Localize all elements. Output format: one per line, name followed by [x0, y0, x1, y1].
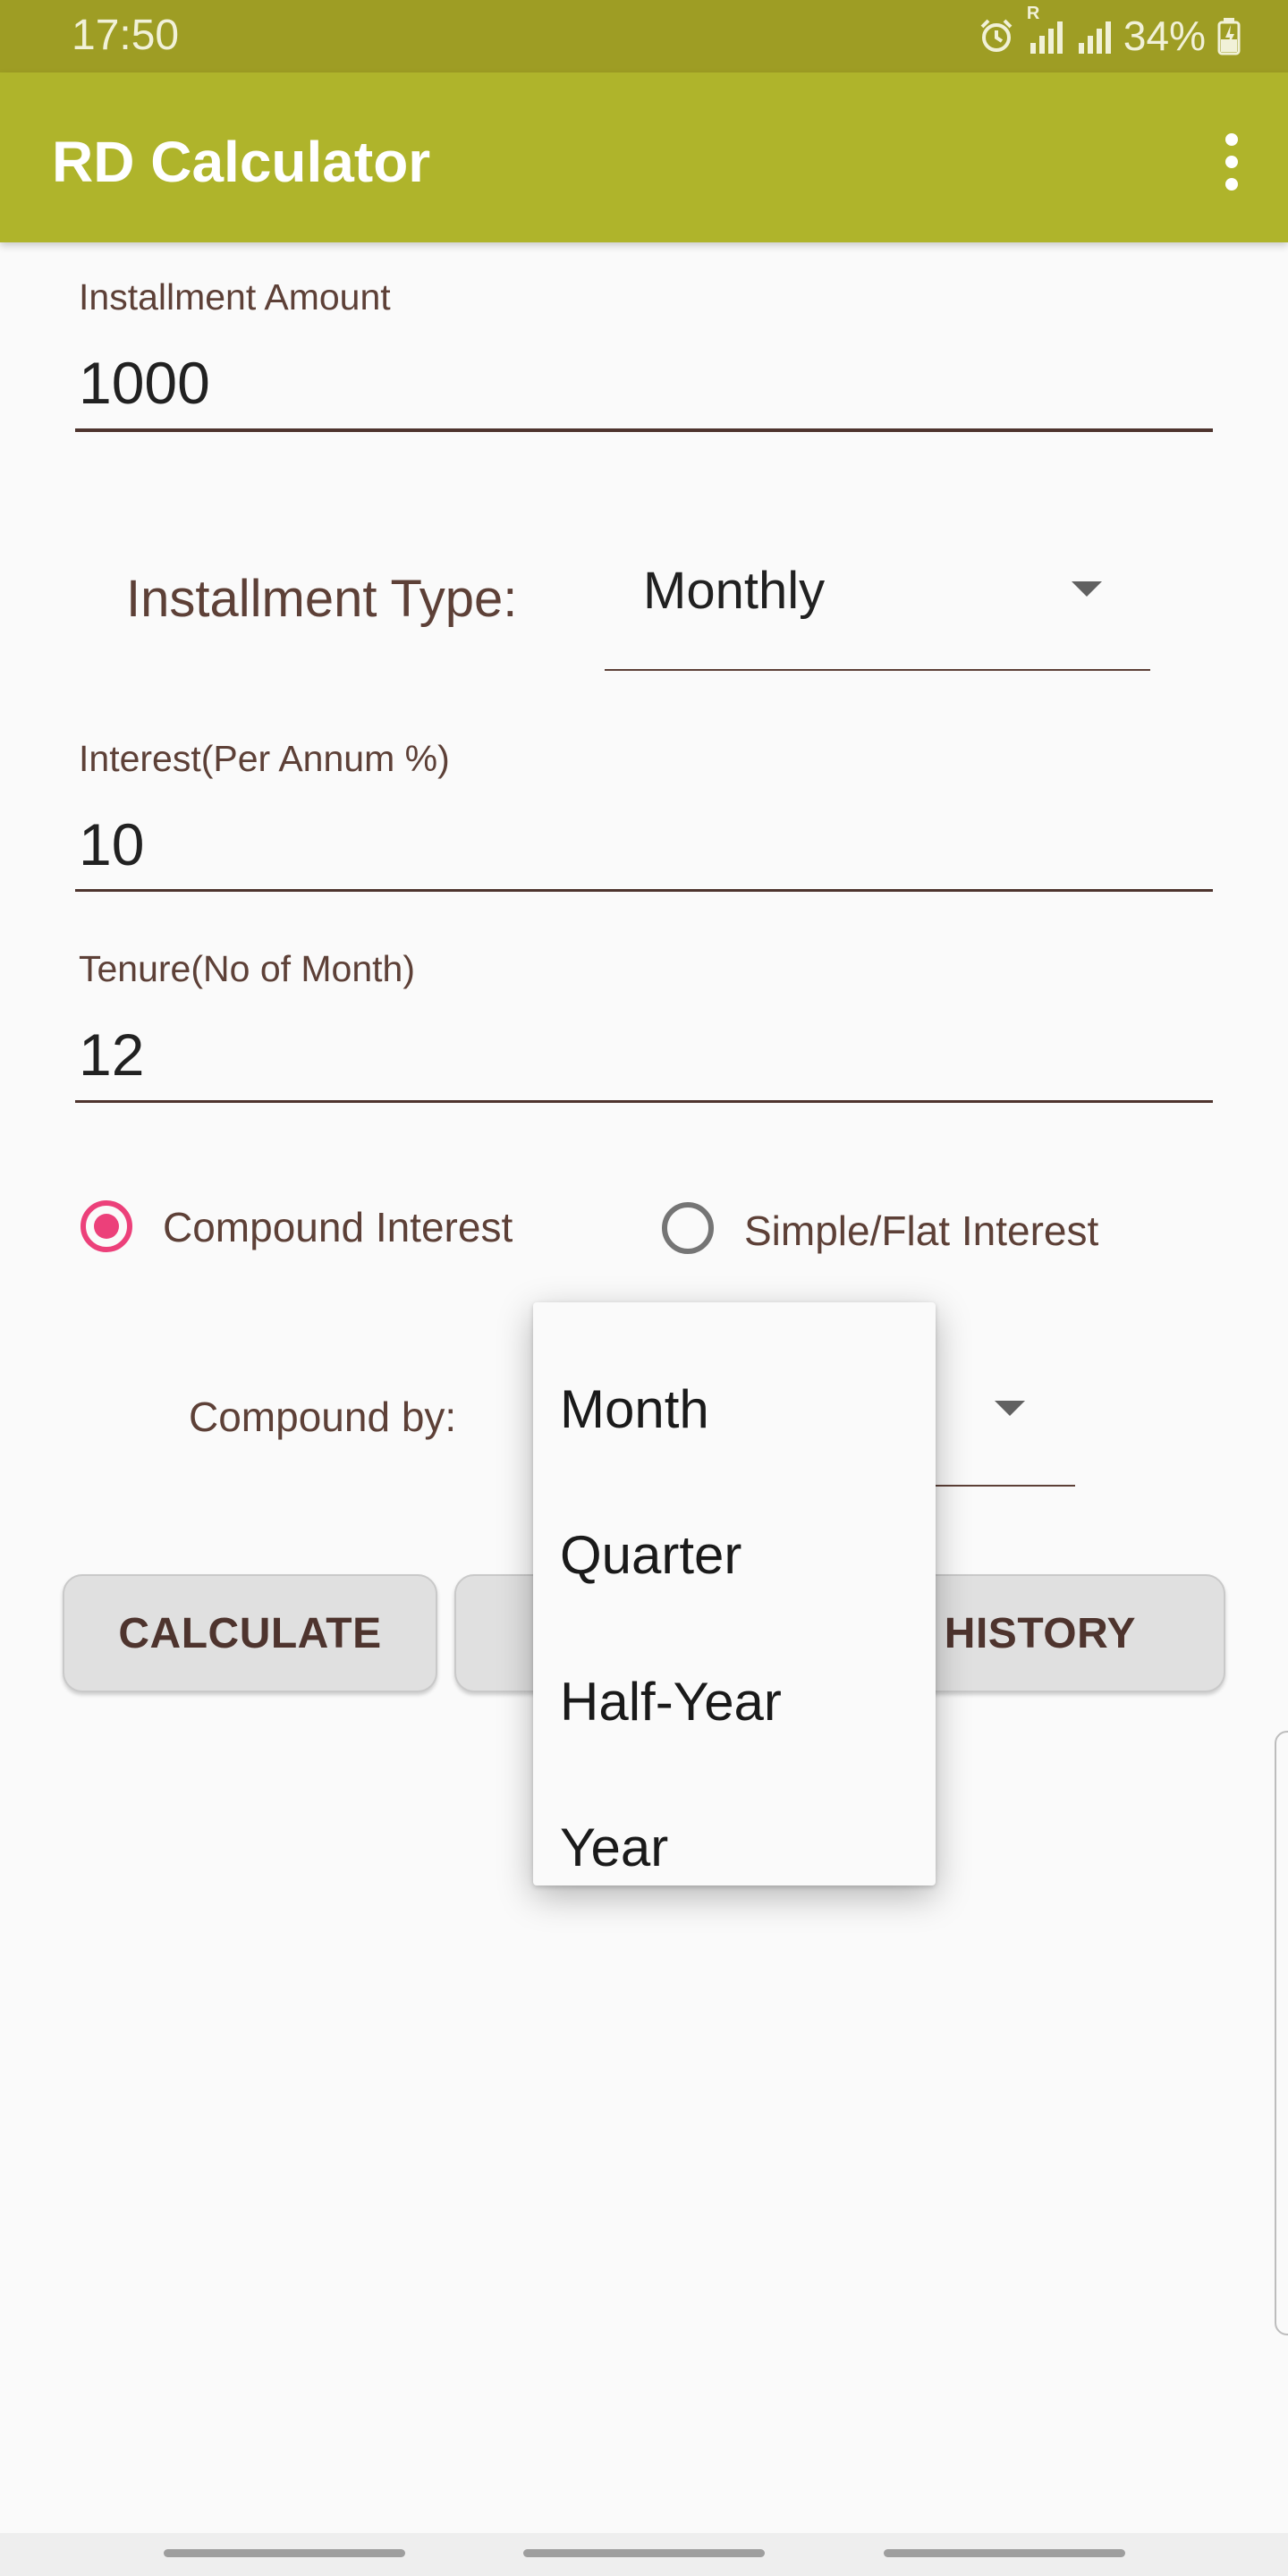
installment-amount-underline: [75, 428, 1213, 432]
simple-interest-label: Simple/Flat Interest: [744, 1208, 1099, 1254]
signal-icon: [1075, 16, 1113, 55]
more-vert-icon[interactable]: [1200, 117, 1263, 207]
radio-unchecked-icon: [662, 1202, 714, 1254]
installment-amount-label: Installment Amount: [79, 276, 391, 318]
battery-charging-icon: [1216, 16, 1241, 55]
interest-label: Interest(Per Annum %): [79, 738, 450, 779]
dropdown-caret-icon: [1072, 581, 1102, 597]
radio-checked-icon: [80, 1200, 132, 1252]
installment-amount-input[interactable]: 1000: [79, 347, 210, 419]
compound-interest-label: Compound Interest: [163, 1204, 513, 1250]
dropdown-caret-icon: [995, 1401, 1025, 1416]
tenure-label: Tenure(No of Month): [79, 948, 416, 989]
battery-text: 34%: [1123, 13, 1206, 59]
app-title: RD Calculator: [52, 130, 431, 194]
nav-home-button[interactable]: [523, 2549, 765, 2557]
status-time: 17:50: [72, 12, 180, 59]
compound-by-dropdown-menu: Month Quarter Half-Year Year: [533, 1302, 936, 1885]
nav-recents-button[interactable]: [164, 2549, 405, 2557]
status-bar: 17:50 R 34%: [0, 0, 1288, 72]
tenure-input[interactable]: 12: [79, 1019, 144, 1090]
installment-type-spinner[interactable]: Monthly: [605, 542, 1150, 673]
dropdown-option-month[interactable]: Month: [560, 1374, 709, 1445]
nav-back-button[interactable]: [884, 2549, 1125, 2557]
dropdown-option-half-year[interactable]: Half-Year: [560, 1666, 782, 1738]
dropdown-option-year[interactable]: Year: [560, 1812, 668, 1884]
simple-interest-option[interactable]: Simple/Flat Interest: [662, 1200, 1163, 1258]
installment-type-value: Monthly: [643, 562, 826, 620]
dropdown-option-quarter[interactable]: Quarter: [560, 1520, 741, 1591]
roaming-label: R: [1026, 4, 1040, 23]
spinner-underline: [605, 669, 1150, 671]
calculate-button[interactable]: CALCULATE: [63, 1574, 437, 1692]
compound-interest-option[interactable]: Compound Interest: [80, 1199, 581, 1256]
compound-by-label: Compound by:: [189, 1394, 457, 1440]
edge-panel-handle[interactable]: [1275, 1731, 1288, 2335]
interest-input[interactable]: 10: [79, 809, 144, 880]
interest-underline: [75, 889, 1213, 892]
alarm-icon: [977, 16, 1016, 55]
status-icons: R 34%: [977, 4, 1241, 63]
app-bar: RD Calculator: [0, 72, 1288, 242]
signal-icon: R: [1027, 4, 1064, 55]
tenure-underline: [75, 1100, 1213, 1103]
installment-type-label: Installment Type:: [126, 570, 518, 628]
